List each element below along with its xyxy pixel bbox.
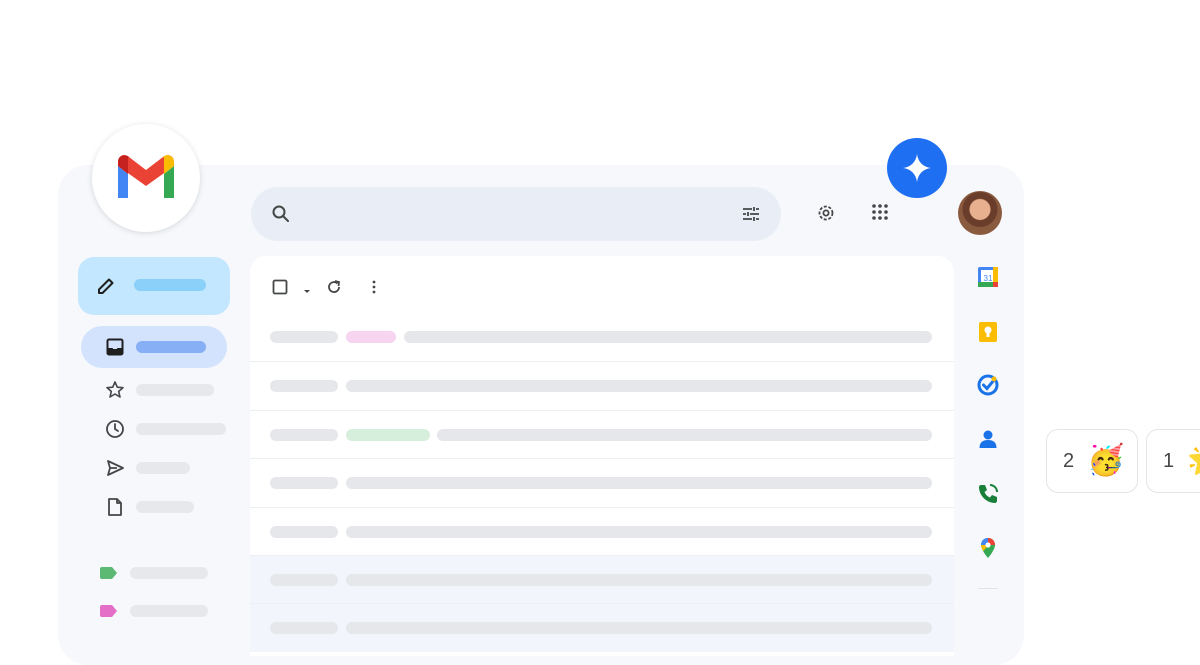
reaction-emoji: 🥳: [1087, 444, 1125, 477]
inbox-icon: [106, 338, 124, 356]
reaction-chip[interactable]: 1 🌟: [1146, 429, 1200, 493]
table-row[interactable]: [250, 313, 954, 361]
table-row[interactable]: [250, 361, 954, 410]
table-row[interactable]: [250, 458, 954, 507]
label-tag-icon: [100, 567, 117, 579]
search-bar[interactable]: [251, 187, 781, 241]
sidebar-label-green[interactable]: [100, 563, 220, 583]
sidebar-item-drafts[interactable]: [81, 486, 227, 528]
send-icon: [107, 460, 124, 476]
label-chip-placeholder: [346, 429, 430, 441]
reaction-count: 2: [1063, 450, 1075, 472]
compose-label-placeholder: [134, 279, 206, 291]
label-name-placeholder: [130, 567, 208, 579]
label-chip-placeholder: [346, 331, 396, 343]
user-avatar[interactable]: [958, 191, 1002, 235]
keep-icon[interactable]: [976, 320, 1000, 344]
sidebar-label-placeholder: [136, 501, 194, 513]
star-icon: [106, 381, 124, 398]
more-vert-icon[interactable]: [366, 278, 382, 296]
sidebar-item-starred[interactable]: [81, 369, 227, 411]
sidebar-label-pink[interactable]: [100, 601, 220, 621]
reaction-count: 1: [1163, 450, 1175, 472]
gemini-sparkle-icon: [903, 154, 931, 182]
checkbox-icon[interactable]: [272, 278, 288, 296]
gemini-button[interactable]: [887, 138, 947, 198]
sidebar-item-sent[interactable]: [81, 447, 227, 489]
gmail-m-icon: [118, 155, 174, 198]
clock-icon: [106, 420, 124, 438]
pencil-icon: [98, 278, 114, 294]
contacts-icon[interactable]: [976, 427, 1000, 451]
voice-icon[interactable]: [976, 482, 1000, 506]
subject-placeholder: [404, 331, 932, 343]
settings-gear-icon[interactable]: [816, 203, 836, 223]
dropdown-caret-icon[interactable]: [302, 283, 312, 301]
sender-placeholder: [270, 574, 338, 586]
subject-placeholder: [346, 526, 932, 538]
sender-placeholder: [270, 526, 338, 538]
sender-placeholder: [270, 429, 338, 441]
refresh-icon[interactable]: [326, 278, 342, 296]
table-row[interactable]: [250, 555, 954, 604]
sidebar-label-placeholder: [136, 423, 226, 435]
subject-placeholder: [346, 622, 932, 634]
sender-placeholder: [270, 477, 338, 489]
sidebar-label-placeholder: [136, 384, 214, 396]
subject-placeholder: [346, 574, 932, 586]
sidebar-label-placeholder: [136, 462, 190, 474]
compose-button[interactable]: [78, 257, 230, 315]
subject-placeholder: [437, 429, 932, 441]
sidebar-label-placeholder: [136, 341, 206, 353]
maps-icon[interactable]: [976, 536, 1000, 560]
reaction-emoji: 🌟: [1187, 444, 1200, 478]
table-row[interactable]: [250, 410, 954, 459]
subject-placeholder: [346, 477, 932, 489]
subject-placeholder: [346, 380, 932, 392]
sender-placeholder: [270, 380, 338, 392]
sidebar-item-snoozed[interactable]: [81, 408, 227, 450]
side-rail-divider: [978, 588, 998, 589]
sender-placeholder: [270, 331, 338, 343]
tasks-icon[interactable]: [976, 373, 1000, 397]
apps-grid-icon[interactable]: [871, 203, 889, 221]
draft-icon: [108, 498, 122, 516]
sidebar-item-inbox[interactable]: [81, 326, 227, 368]
label-name-placeholder: [130, 605, 208, 617]
search-icon: [272, 205, 289, 222]
tune-icon[interactable]: [741, 204, 761, 224]
reaction-chip[interactable]: 2 🥳: [1046, 429, 1138, 493]
sender-placeholder: [270, 622, 338, 634]
table-row[interactable]: [250, 603, 954, 652]
gmail-logo: [92, 124, 200, 232]
svg-text:31: 31: [984, 274, 993, 283]
label-tag-icon: [100, 605, 117, 617]
calendar-icon[interactable]: 31: [976, 265, 1000, 289]
table-row[interactable]: [250, 507, 954, 556]
